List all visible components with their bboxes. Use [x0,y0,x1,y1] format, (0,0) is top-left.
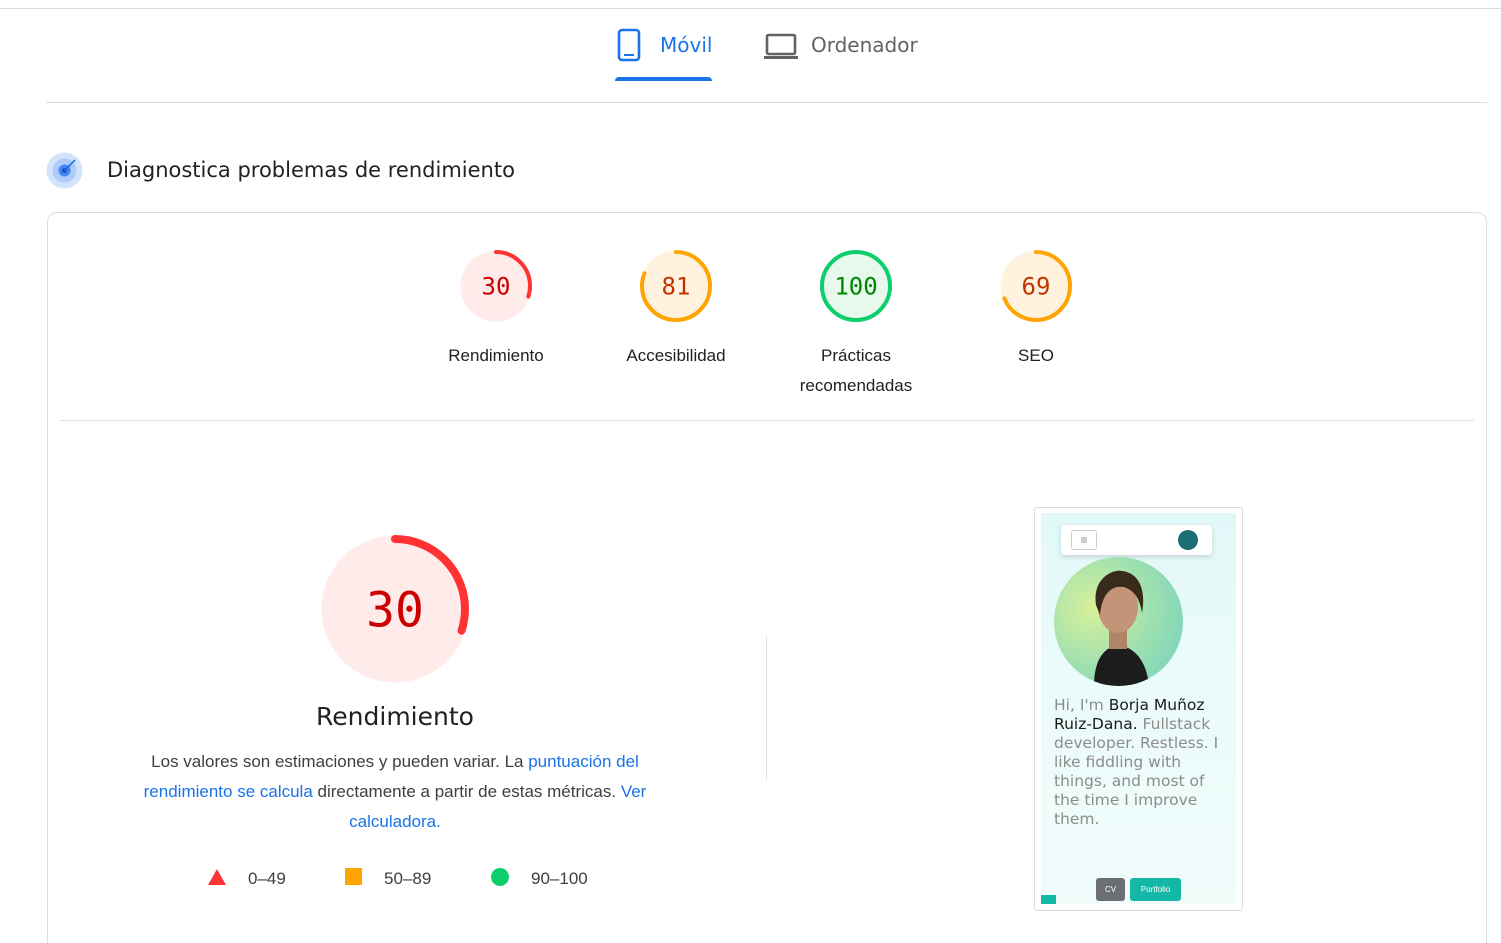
tab-desktop-label: Ordenador [811,33,918,57]
triangle-icon [207,868,227,891]
diagnostics-icon [46,152,83,189]
gauge-2-score: 100 [834,273,877,301]
desc-text-2: directamente a partir de estas métricas. [312,782,621,801]
legend-fail-range: 0–49 [248,869,286,888]
section-title: Diagnostica problemas de rendimiento [107,158,515,182]
gauge-best-practices-ring: 100 [820,250,892,322]
cv-button: CV [1096,878,1125,901]
gauge-accessibility[interactable]: 81 Accesibilidad [601,246,751,371]
page-screenshot: ≡ Hi, I'm Borja Muñoz Ruiz-Dana. Fullsta… [1041,513,1236,904]
tab-mobile[interactable]: Móvil [612,28,712,78]
performance-title: Rendimiento [316,702,474,731]
gauge-accessibility-label: Accesibilidad [626,346,726,365]
gauge-performance[interactable]: 30 Rendimiento [421,246,571,371]
tab-desktop[interactable]: Ordenador [763,28,918,78]
gauge-performance-label: Rendimiento [448,346,544,365]
square-icon [344,867,363,891]
gauge-accessibility-ring: 81 [640,250,712,322]
performance-gauge-large: 30 [321,535,469,683]
avatar [1054,557,1183,686]
legend-average: 50–89 [344,866,431,892]
tab-mobile-label: Móvil [660,33,713,57]
portfolio-button: Portfolio [1130,878,1181,901]
gauge-1-score: 81 [662,273,691,301]
legend-fail: 0–49 [207,866,286,892]
gauge-0-score: 30 [482,273,511,301]
legend-average-range: 50–89 [384,869,432,888]
performance-description: Los valores son estimaciones y pueden va… [115,747,675,837]
hero-text: Hi, I'm Borja Muñoz Ruiz-Dana. Fullstack… [1054,696,1232,829]
circle-icon [490,867,510,892]
gauge-seo-ring: 69 [1000,250,1072,322]
laptop-icon [763,28,799,67]
desc-text-1: Los valores son estimaciones y pueden va… [151,752,529,771]
legend-pass: 90–100 [490,866,588,892]
tabs-divider [46,102,1487,103]
gauge-seo-label: SEO [1018,346,1054,365]
gauge-seo[interactable]: 69 SEO [961,246,1111,371]
menu-icon: ≡ [1071,530,1097,550]
legend-pass-range: 90–100 [531,869,588,888]
logo-icon [1178,530,1198,550]
screenshot-navbar: ≡ [1061,525,1212,555]
corner-badge [1041,895,1056,904]
phone-icon [612,28,646,67]
performance-gauge-score: 30 [366,582,424,638]
gauge-3-score: 69 [1022,273,1051,301]
vertical-divider [766,636,767,780]
card-divider [60,420,1474,421]
top-divider [0,8,1501,9]
gauge-best-practices[interactable]: 100 Prácticas recomendadas [781,246,931,401]
hero-intro: Hi, I'm [1054,696,1109,714]
active-tab-indicator [615,77,712,81]
gauge-performance-ring: 30 [460,250,532,322]
gauge-best-practices-label: Prácticas recomendadas [799,346,913,395]
